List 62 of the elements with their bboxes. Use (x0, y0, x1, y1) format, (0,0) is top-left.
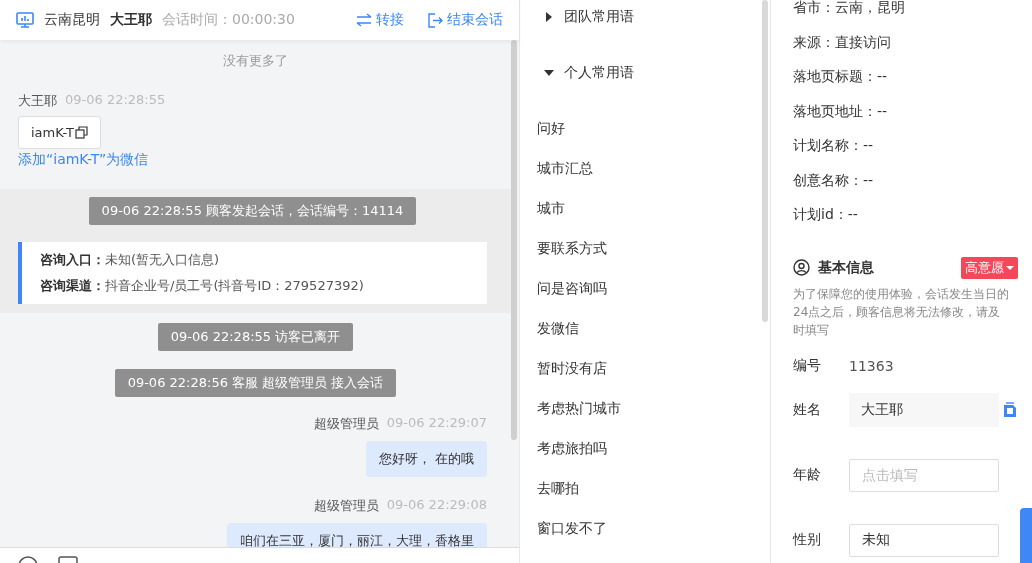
name-field[interactable]: 大王耶 (849, 392, 999, 427)
copy-icon[interactable] (74, 126, 88, 139)
phrase-item[interactable]: 要联系方式 (537, 229, 770, 269)
sender-name: 超级管理员 (313, 497, 379, 515)
entry-info-line: 咨询渠道：抖音企业号/员工号(抖音号ID：279527392) (40, 277, 365, 295)
caret-down-icon (1006, 264, 1014, 271)
caret-right-icon[interactable] (544, 12, 554, 22)
message-bubble: 您好呀， 在的哦 (365, 441, 487, 477)
phrase-item[interactable]: 考虑旅拍吗 (537, 429, 770, 469)
scrollbar[interactable] (511, 40, 517, 440)
wechat-id-card: iamK-T (18, 116, 101, 149)
visitor-name: 大王耶 (110, 11, 152, 29)
visitor-location: 云南昆明 (44, 11, 100, 29)
visit-info-line: 落地页标题：-- (793, 67, 889, 87)
notice-text: 为了保障您的使用体验，会话发生当日的24点之后，顾客信息将无法修改，请及时填写 (793, 285, 1010, 339)
phrase-item[interactable]: 问是咨询吗 (537, 269, 770, 309)
swap-arrows-icon (356, 13, 372, 27)
visit-info-line: 计划名称：-- (793, 136, 875, 156)
phrase-item[interactable]: 城市汇总 (537, 149, 770, 189)
field-label: 编号 (793, 356, 822, 375)
transfer-button[interactable]: 转接 (356, 11, 404, 29)
phrase-item[interactable]: 暂时没有店 (537, 349, 770, 389)
sender-name: 超级管理员 (313, 415, 379, 433)
message-bubble: 咱们在三亚，厦门，丽江，大理，香格里 (227, 523, 487, 547)
user-circle-icon (793, 259, 810, 276)
field-value: 11363 (849, 357, 894, 374)
section-title: 基本信息 (818, 258, 874, 277)
scrollbar[interactable] (762, 0, 768, 322)
input-field[interactable]: 未知 (849, 523, 999, 557)
caret-down-icon[interactable] (544, 68, 554, 78)
session-time: 会话时间：00:00:30 (162, 11, 295, 29)
sender-name: 大王耶 (18, 92, 57, 110)
phrase-item[interactable]: 窗口发不了 (537, 509, 770, 549)
phrase-item[interactable]: 城市 (537, 189, 770, 229)
field-label: 姓名 (793, 400, 822, 419)
visit-info-line: 省市：云南，昆明 (793, 0, 906, 18)
field-label: 性别 (793, 531, 822, 549)
end-session-button[interactable]: 结束会话 (428, 11, 503, 29)
message-time: 09-06 22:29:07 (386, 415, 487, 432)
copy-icon[interactable] (1003, 401, 1017, 418)
visit-info-line: 落地页地址：-- (793, 101, 889, 121)
field-label: 年龄 (793, 466, 822, 484)
intent-dropdown[interactable]: 高意愿 (961, 256, 1018, 279)
visit-info-line: 来源：直接访问 (793, 32, 892, 52)
message-time: 09-06 22:28:55 (65, 92, 166, 109)
entry-info-line: 咨询入口：未知(暂无入口信息) (40, 251, 221, 269)
phrase-group[interactable]: 个人常用语 (564, 64, 634, 82)
visit-info-line: 计划id：-- (793, 205, 859, 225)
no-more-note: 没有更多了 (222, 52, 289, 70)
system-notice: 09-06 22:28:56 客服 超级管理员 接入会话 (114, 369, 397, 397)
phrase-item[interactable]: 考虑热门城市 (537, 389, 770, 429)
system-notice: 09-06 22:28:55 访客已离开 (157, 323, 354, 351)
phrase-item[interactable]: 去哪拍 (537, 469, 770, 509)
phrase-item[interactable]: 问好 (537, 109, 770, 149)
phrase-group[interactable]: 团队常用语 (564, 8, 634, 26)
message-time: 09-06 22:29:08 (386, 497, 487, 514)
system-notice: 09-06 22:28:55 顾客发起会话，会话编号：14114 (88, 197, 417, 225)
monitor-icon (16, 12, 34, 28)
phrase-item[interactable]: 发微信 (537, 309, 770, 349)
input-field[interactable]: 点击填写 (849, 458, 999, 492)
visit-info-line: 创意名称：-- (793, 170, 875, 190)
exit-icon (428, 12, 443, 28)
